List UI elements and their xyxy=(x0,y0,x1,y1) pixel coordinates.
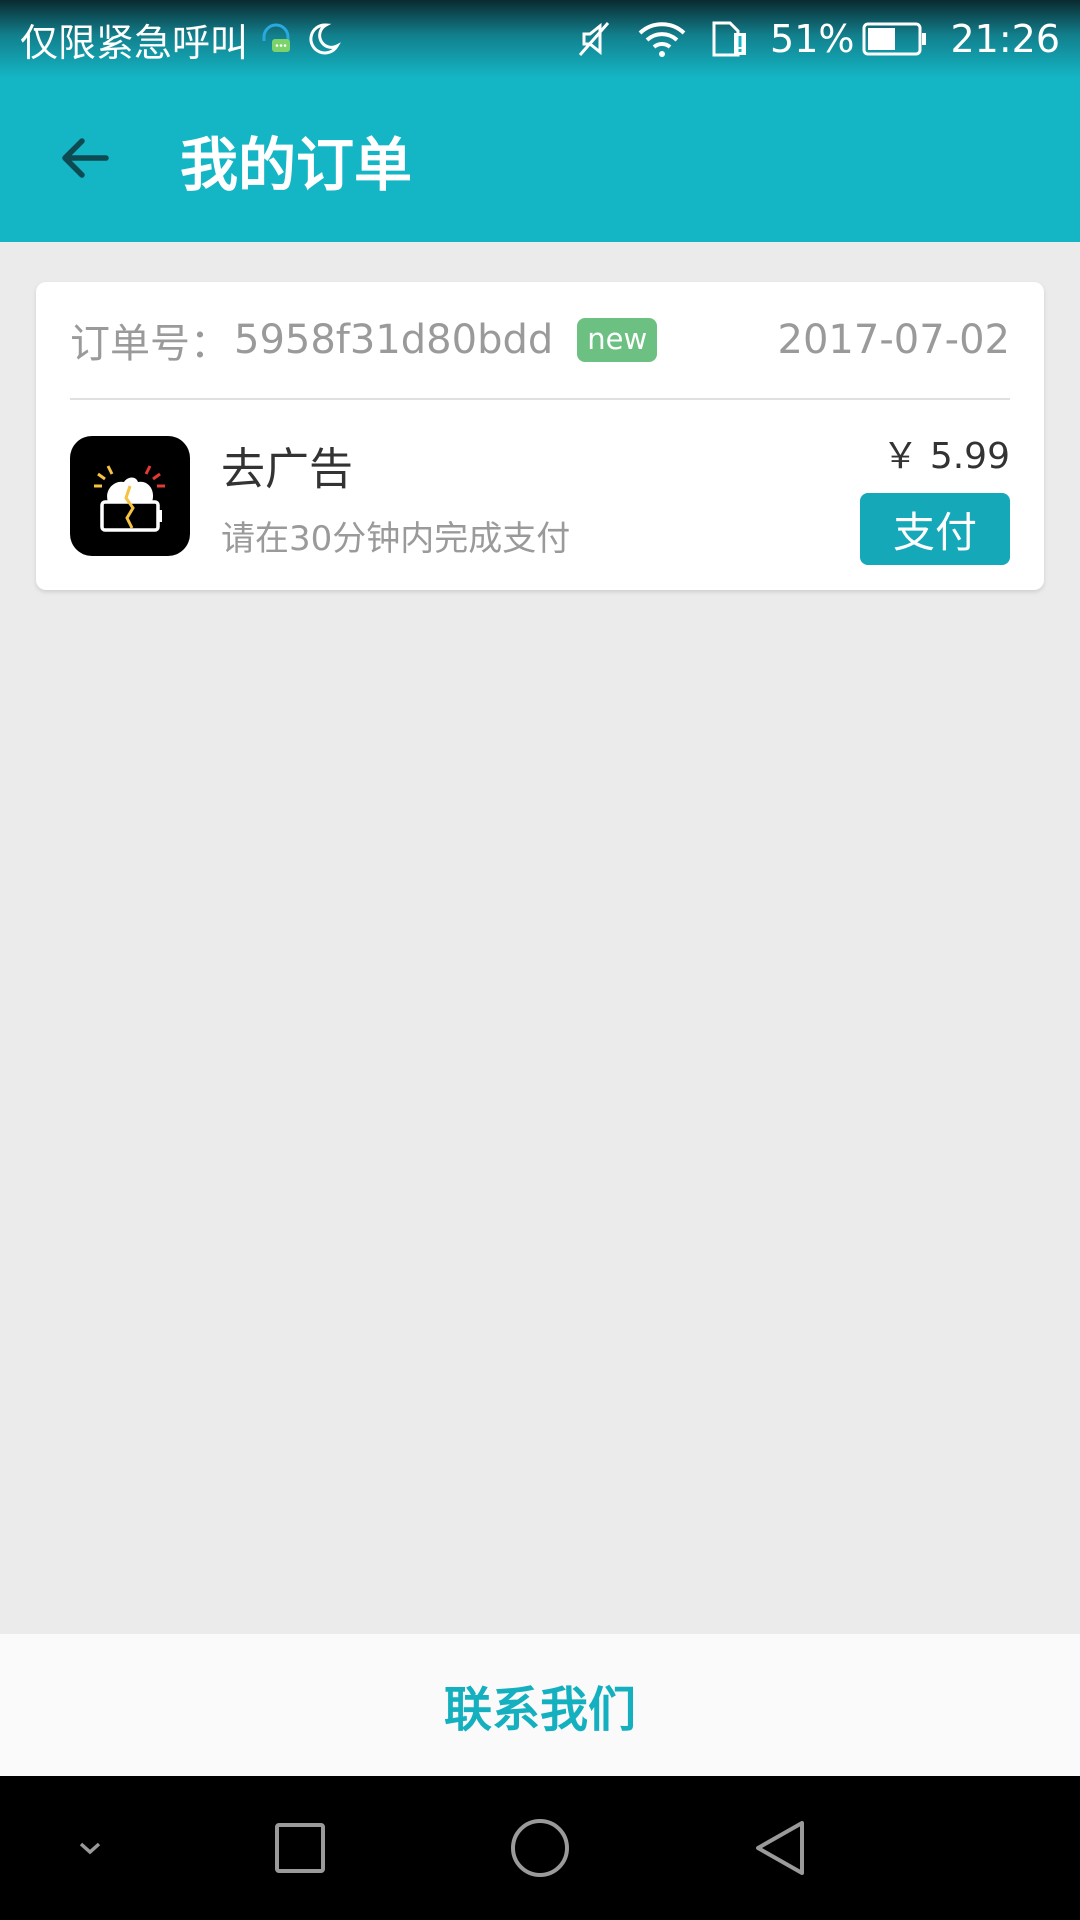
order-date: 2017-07-02 xyxy=(777,317,1010,363)
page-title: 我的订单 xyxy=(180,131,413,199)
mute-icon xyxy=(574,19,614,59)
status-bar: 仅限紧急呼叫 51% 21:26 xyxy=(0,0,1080,78)
order-number-label: 订单号： xyxy=(70,321,230,367)
square-recents-icon[interactable] xyxy=(240,1776,360,1920)
pay-button[interactable]: 支付 xyxy=(860,493,1010,565)
battery-percent: 51% xyxy=(770,17,855,61)
headset-chat-icon xyxy=(258,21,294,57)
item-subtitle: 请在30分钟内完成支付 xyxy=(221,518,571,559)
carrier-text: 仅限紧急呼叫 xyxy=(20,20,249,65)
order-card[interactable]: 订单号： 5958f31d80bdd new 2017-07-02 去广告 请在… xyxy=(36,282,1044,590)
broken-battery-brain-icon xyxy=(70,436,190,556)
order-number: 5958f31d80bdd xyxy=(234,317,554,363)
item-name: 去广告 xyxy=(221,443,353,495)
chevron-down-icon[interactable] xyxy=(30,1776,150,1920)
clock: 21:26 xyxy=(950,17,1060,61)
circle-home-icon[interactable] xyxy=(480,1776,600,1920)
navigation-bar xyxy=(0,1776,1080,1920)
order-item: 去广告 请在30分钟内完成支付 ￥ 5.99 支付 xyxy=(70,402,1010,590)
sim-alert-icon xyxy=(710,19,748,59)
status-badge: new xyxy=(577,318,658,362)
order-header: 订单号： 5958f31d80bdd new 2017-07-02 xyxy=(70,282,1010,400)
price: ￥ 5.99 xyxy=(882,436,1010,477)
moon-icon xyxy=(304,20,342,58)
battery-icon xyxy=(862,21,928,57)
contact-us-button[interactable]: 联系我们 xyxy=(0,1634,1080,1776)
arrow-left-icon xyxy=(58,131,112,189)
wifi-icon xyxy=(636,19,688,59)
back-button[interactable] xyxy=(35,110,135,210)
triangle-back-icon[interactable] xyxy=(720,1776,840,1920)
app-bar: 我的订单 xyxy=(0,78,1080,242)
